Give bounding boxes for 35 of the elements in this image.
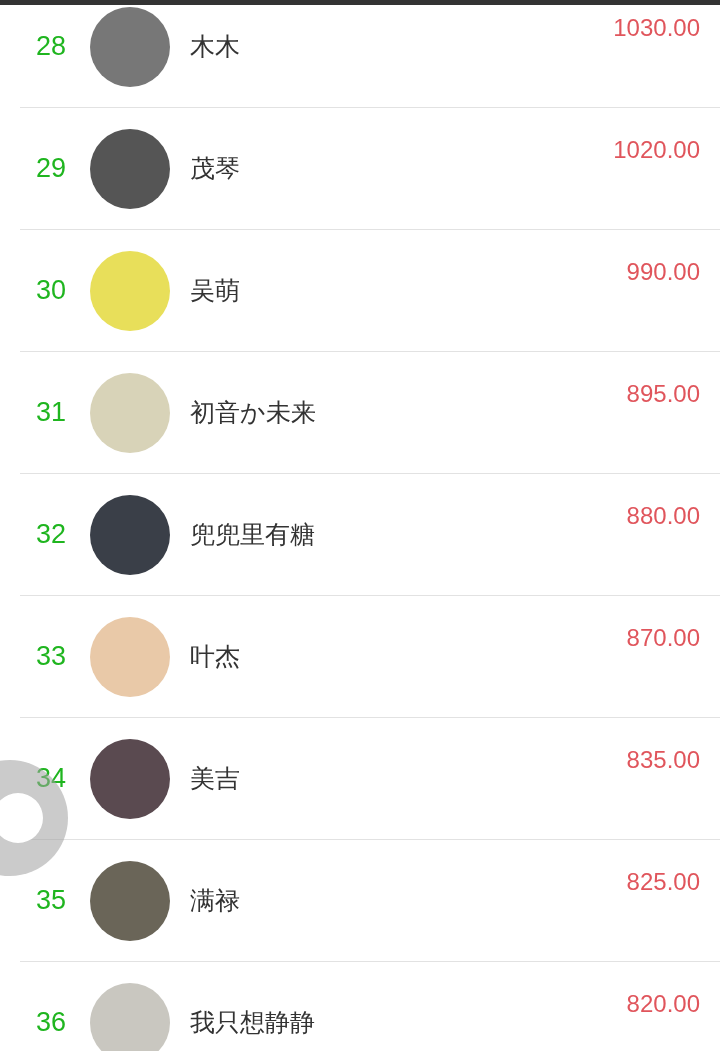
- ranking-row[interactable]: 35 满禄 825.00: [20, 840, 720, 962]
- amount: 825.00: [626, 868, 700, 896]
- rank-number: 34: [35, 763, 68, 794]
- amount: 835.00: [626, 746, 700, 774]
- ranking-row[interactable]: 31 初音か未来 895.00: [20, 352, 720, 474]
- ranking-row[interactable]: 30 吴萌 990.00: [20, 230, 720, 352]
- ranking-row[interactable]: 33 叶杰 870.00: [20, 596, 720, 718]
- ranking-row[interactable]: 28 木木 1030.00: [20, 0, 720, 108]
- ranking-row[interactable]: 36 我只想静静 820.00: [20, 962, 720, 1051]
- rank-number: 36: [35, 1007, 68, 1038]
- user-name: 满禄: [190, 885, 240, 917]
- user-name: 吴萌: [190, 275, 240, 307]
- user-name: 兜兜里有糖: [190, 519, 315, 551]
- rank-number: 33: [35, 641, 68, 672]
- amount: 870.00: [626, 624, 700, 652]
- amount: 1020.00: [613, 136, 700, 164]
- rank-number: 31: [35, 397, 68, 428]
- user-name: 叶杰: [190, 641, 240, 673]
- user-name: 美吉: [190, 763, 240, 795]
- user-name: 木木: [190, 31, 240, 63]
- user-name: 我只想静静: [190, 1007, 315, 1039]
- user-name: 茂琴: [190, 153, 240, 185]
- amount: 1030.00: [613, 14, 700, 42]
- ranking-row[interactable]: 32 兜兜里有糖 880.00: [20, 474, 720, 596]
- amount: 990.00: [626, 258, 700, 286]
- ranking-row[interactable]: 29 茂琴 1020.00: [20, 108, 720, 230]
- rank-number: 32: [35, 519, 68, 550]
- rank-number: 28: [35, 31, 68, 62]
- amount: 820.00: [626, 990, 700, 1018]
- amount: 880.00: [626, 502, 700, 530]
- rank-number: 35: [35, 885, 68, 916]
- amount: 895.00: [626, 380, 700, 408]
- rank-number: 29: [35, 153, 68, 184]
- rank-number: 30: [35, 275, 68, 306]
- user-name: 初音か未来: [190, 397, 316, 429]
